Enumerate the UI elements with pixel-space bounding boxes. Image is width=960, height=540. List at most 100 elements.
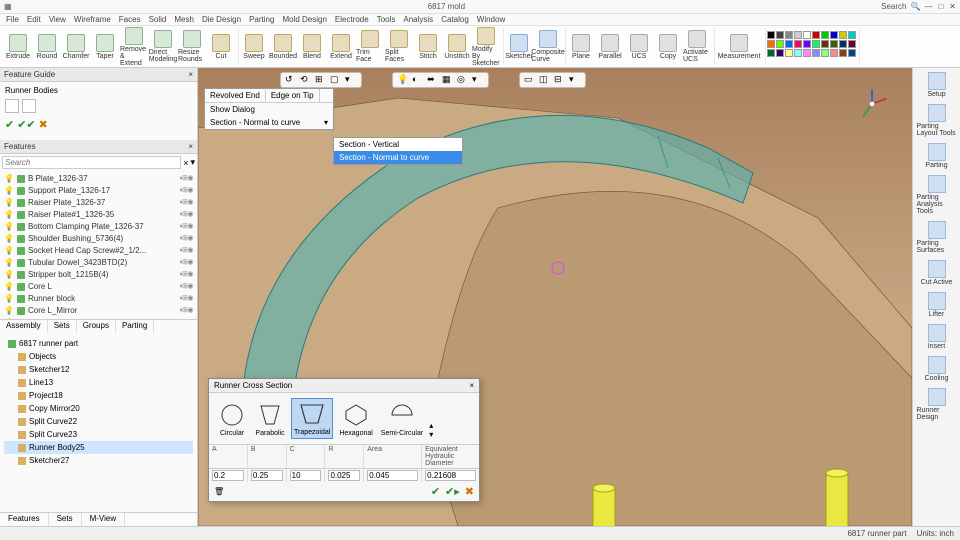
ribbon-activate-ucs[interactable]: Activate UCS (683, 30, 711, 63)
features-tree[interactable]: 💡B Plate_1326-37◑⊞◉💡Support Plate_1326-1… (0, 171, 197, 319)
tab-assembly[interactable]: Assembly (0, 320, 48, 333)
project-tree-item[interactable]: Line13 (4, 376, 193, 389)
right-tool-setup[interactable]: Setup (917, 72, 957, 98)
menu-wireframe[interactable]: Wireframe (74, 15, 111, 24)
footer-tab-features[interactable]: Features (0, 513, 49, 526)
footer-tab-sets[interactable]: Sets (49, 513, 82, 526)
ctx-submenu-normal[interactable]: Section - Normal to curve (334, 151, 462, 164)
color-swatch[interactable] (839, 49, 847, 57)
feature-tree-item[interactable]: 💡Raiser Plate#1_1326-35◑⊞◉ (2, 209, 195, 221)
param-input[interactable] (212, 470, 244, 481)
project-tree[interactable]: 6817 runner partObjectsSketcher12Line13P… (0, 333, 197, 512)
visibility-icon[interactable]: 💡 (4, 197, 14, 209)
param-input[interactable] (251, 470, 283, 481)
ribbon-copy[interactable]: Copy (654, 34, 682, 60)
filter-icon[interactable]: ▾ (190, 157, 195, 168)
color-swatch[interactable] (794, 49, 802, 57)
project-tree-item[interactable]: Split Curve23 (4, 428, 193, 441)
color-swatch[interactable] (794, 31, 802, 39)
fg-tool-2[interactable] (22, 99, 36, 113)
feature-tree-item[interactable]: 💡Stripper bolt_1215B(4)◑⊞◉ (2, 269, 195, 281)
shape-hexagonal[interactable]: Hexagonal (337, 400, 374, 439)
menu-analysis[interactable]: Analysis (403, 15, 433, 24)
color-swatch[interactable] (776, 49, 784, 57)
shape-circular[interactable]: Circular (215, 400, 249, 439)
ribbon-trim-face[interactable]: Trim Face (356, 30, 384, 63)
ribbon-sketcher[interactable]: Sketcher (505, 34, 533, 60)
dialog-apply-icon[interactable]: ✔▸ (445, 485, 460, 498)
right-tool-parting[interactable]: Parting (917, 143, 957, 169)
menu-mold-design[interactable]: Mold Design (282, 15, 326, 24)
footer-tab-mview[interactable]: M-View (82, 513, 126, 526)
tab-sets[interactable]: Sets (48, 320, 77, 333)
project-tree-item[interactable]: Objects (4, 350, 193, 363)
menu-view[interactable]: View (49, 15, 66, 24)
ribbon-unstitch[interactable]: Unstitch (443, 34, 471, 60)
ribbon-composite-curve[interactable]: Composite Curve (534, 30, 562, 63)
view-triad-icon[interactable] (854, 86, 890, 122)
color-swatch[interactable] (785, 40, 793, 48)
feature-tree-item[interactable]: 💡Bottom Clamping Plate_1326-37◑⊞◉ (2, 221, 195, 233)
vt-group-3[interactable]: ▭◫⊟▾ (519, 72, 586, 88)
color-swatch[interactable] (767, 40, 775, 48)
vt-group-2[interactable]: 💡◐⬌▦◎▾ (392, 72, 489, 88)
color-swatch[interactable] (830, 49, 838, 57)
right-tool-parting-layout-tools[interactable]: Parting Layout Tools (917, 104, 957, 137)
ribbon-ucs[interactable]: UCS (625, 34, 653, 60)
feature-tree-item[interactable]: 💡Runner block◑⊞◉ (2, 293, 195, 305)
visibility-icon[interactable]: 💡 (4, 293, 14, 305)
cancel-step-icon[interactable]: ✖ (39, 118, 48, 131)
shape-trapezoidal[interactable]: Trapezoidal (291, 398, 333, 439)
accept-icon[interactable]: ✔ (5, 118, 14, 131)
menu-faces[interactable]: Faces (119, 15, 141, 24)
feature-guide-close-icon[interactable]: × (188, 70, 193, 79)
color-swatch[interactable] (767, 49, 775, 57)
maximize-icon[interactable]: □ (938, 2, 943, 11)
color-swatch[interactable] (839, 40, 847, 48)
menu-solid[interactable]: Solid (149, 15, 167, 24)
dialog-close-icon[interactable]: × (469, 381, 474, 390)
ribbon-taper[interactable]: Taper (91, 34, 119, 60)
ribbon-plane[interactable]: Plane (567, 34, 595, 60)
dialog-options-icon[interactable]: 🗑 (214, 487, 224, 496)
ribbon-resize-rounds[interactable]: Resize Rounds (178, 30, 206, 63)
visibility-icon[interactable]: 💡 (4, 269, 14, 281)
ribbon-extrude[interactable]: Extrude (4, 34, 32, 60)
color-swatch[interactable] (839, 31, 847, 39)
accept-all-icon[interactable]: ✔✔ (17, 118, 35, 131)
search-label[interactable]: Search (881, 2, 906, 11)
ctx-show-dialog[interactable]: Show Dialog (205, 103, 333, 116)
tab-parting[interactable]: Parting (116, 320, 154, 333)
color-swatch[interactable] (848, 49, 856, 57)
visibility-icon[interactable]: 💡 (4, 257, 14, 269)
right-tool-cooling[interactable]: Cooling (917, 356, 957, 382)
ctx-submenu-vertical[interactable]: Section - Vertical (334, 138, 462, 151)
ribbon-bounded[interactable]: Bounded (269, 34, 297, 60)
menu-die-design[interactable]: Die Design (202, 15, 241, 24)
right-tool-runner-design[interactable]: Runner Design (917, 388, 957, 421)
feature-tree-item[interactable]: 💡Socket Head Cap Screw#2_1/2...◑⊞◉ (2, 245, 195, 257)
menu-mesh[interactable]: Mesh (174, 15, 194, 24)
visibility-icon[interactable]: 💡 (4, 221, 14, 233)
visibility-icon[interactable]: 💡 (4, 209, 14, 221)
color-swatch[interactable] (812, 49, 820, 57)
visibility-icon[interactable]: 💡 (4, 173, 14, 185)
param-input[interactable] (328, 470, 360, 481)
feature-tree-item[interactable]: 💡Support Plate_1326-17◑⊞◉ (2, 185, 195, 197)
features-close-icon[interactable]: × (188, 142, 193, 151)
color-swatch[interactable] (848, 40, 856, 48)
color-swatch[interactable] (812, 31, 820, 39)
color-swatch[interactable] (821, 40, 829, 48)
ribbon-extend[interactable]: Extend (327, 34, 355, 60)
color-swatch[interactable] (830, 31, 838, 39)
visibility-icon[interactable]: 💡 (4, 281, 14, 293)
ribbon-split-faces[interactable]: Split Faces (385, 30, 413, 63)
fg-tool-1[interactable] (5, 99, 19, 113)
feature-tree-item[interactable]: 💡B Plate_1326-37◑⊞◉ (2, 173, 195, 185)
shape-semi-circular[interactable]: Semi-Circular (379, 400, 425, 439)
ctx-section-dropdown[interactable]: Section - Normal to curve▾ (205, 116, 333, 129)
project-tree-item[interactable]: Split Curve22 (4, 415, 193, 428)
color-swatch[interactable] (776, 40, 784, 48)
right-tool-parting-surfaces[interactable]: Parting Surfaces (917, 221, 957, 254)
menu-parting[interactable]: Parting (249, 15, 274, 24)
